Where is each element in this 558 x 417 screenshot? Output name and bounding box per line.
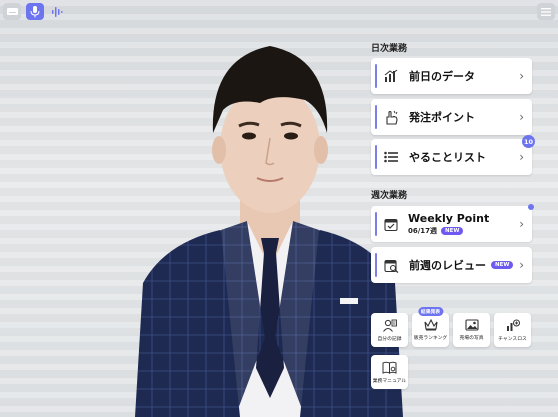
keyboard-icon [6, 8, 18, 15]
card-accent-bar [375, 105, 377, 129]
card-accent-bar [375, 64, 377, 88]
hamburger-menu-button[interactable] [537, 3, 555, 20]
voice-wave-button[interactable] [48, 3, 66, 20]
person-record-icon [382, 319, 397, 332]
new-badge: NEW [491, 261, 514, 269]
list-icon [383, 149, 399, 165]
chevron-right-icon: › [519, 69, 524, 83]
notification-dot [528, 204, 534, 210]
keyboard-button[interactable] [3, 3, 21, 20]
weekly-point-title: Weekly Point [408, 212, 490, 225]
card-label: やることリスト [409, 151, 486, 164]
tile-work-manual[interactable]: 業務マニュアル [371, 355, 408, 389]
tile-store-photos[interactable]: 売場の写真 [453, 313, 490, 347]
tile-chance-loss[interactable]: チャンスロス [494, 313, 531, 347]
tile-label: 売場の写真 [459, 336, 484, 341]
card-accent-bar [375, 253, 377, 277]
calendar-check-icon [383, 216, 399, 232]
card-previous-day-data[interactable]: 前日のデータ › [371, 58, 532, 94]
card-accent-bar [375, 212, 377, 236]
chevron-right-icon: › [519, 217, 524, 231]
tile-sales-ranking[interactable]: 結果発表 販売ランキング [412, 307, 449, 347]
book-icon [382, 361, 397, 374]
card-accent-bar [375, 145, 377, 169]
hand-point-icon [383, 109, 399, 125]
tile-my-record[interactable]: 自分の記録 [371, 313, 408, 347]
results-announcement-badge: 結果発表 [417, 307, 444, 316]
card-order-point[interactable]: 発注ポイント › [371, 99, 532, 135]
tile-label: 自分の記録 [377, 336, 402, 342]
card-previous-week-review[interactable]: 前週のレビュー NEW › [371, 247, 532, 283]
photo-icon [464, 319, 479, 331]
card-label: 前日のデータ [409, 70, 475, 83]
tile-label: 業務マニュアル [372, 378, 407, 384]
weekly-section-title: 週次業務 [371, 191, 408, 201]
mic-icon [30, 5, 40, 17]
chevron-right-icon: › [519, 258, 524, 272]
hamburger-icon [541, 7, 551, 16]
chance-loss-icon [506, 319, 520, 331]
chevron-right-icon: › [519, 150, 524, 164]
tile-label: チャンスロス [498, 336, 527, 342]
sound-wave-icon [52, 6, 63, 17]
weekly-point-week: 06/17週 [408, 227, 438, 235]
crown-icon [423, 319, 438, 331]
chevron-right-icon: › [519, 110, 524, 124]
new-badge: NEW [441, 227, 464, 235]
bar-chart-icon [383, 68, 399, 84]
weekly-point-subtitle: 06/17週 NEW [408, 226, 489, 236]
card-weekly-point[interactable]: Weekly Point 06/17週 NEW › [371, 204, 534, 242]
card-todo-list[interactable]: やることリスト › 10 [371, 135, 535, 175]
daily-section-title: 日次業務 [371, 44, 408, 54]
tile-label: 販売ランキング [413, 336, 448, 341]
card-label: 発注ポイント [409, 111, 475, 124]
todo-count-badge: 10 [522, 135, 535, 148]
calendar-search-icon [383, 257, 399, 273]
mic-button[interactable] [26, 3, 44, 20]
card-label: 前週のレビュー [409, 259, 486, 272]
